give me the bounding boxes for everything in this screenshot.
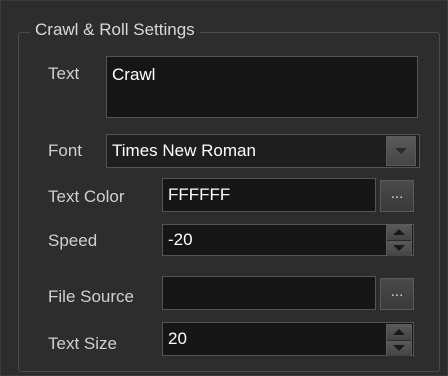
text-size-decrement-button[interactable] — [387, 340, 411, 356]
arrow-up-icon — [393, 329, 405, 335]
text-color-browse-button[interactable]: ... — [380, 180, 414, 212]
font-label: Font — [48, 141, 83, 160]
font-dropdown-button[interactable] — [386, 136, 416, 166]
text-size-label: Text Size — [48, 334, 117, 353]
speed-label: Speed — [48, 231, 98, 250]
arrow-down-icon — [393, 245, 405, 251]
text-label: Text — [48, 64, 80, 83]
arrow-down-icon — [393, 345, 405, 351]
speed-increment-button[interactable] — [387, 225, 411, 240]
font-select[interactable]: Times New Roman — [106, 134, 420, 168]
speed-spinner[interactable] — [386, 224, 412, 256]
text-input[interactable]: Crawl — [106, 56, 418, 118]
file-source-browse-button[interactable]: ... — [380, 278, 414, 310]
speed-decrement-button[interactable] — [387, 240, 411, 256]
speed-input[interactable]: -20 — [162, 224, 414, 256]
text-color-label: Text Color — [48, 187, 125, 206]
file-source-label: File Source — [48, 287, 134, 306]
text-size-spinner[interactable] — [386, 324, 412, 356]
text-size-increment-button[interactable] — [387, 325, 411, 340]
chevron-down-icon — [395, 148, 407, 154]
text-size-input[interactable]: 20 — [162, 322, 414, 356]
group-title: Crawl & Roll Settings — [30, 18, 200, 42]
file-source-input[interactable] — [162, 276, 376, 310]
text-color-input[interactable]: FFFFFF — [162, 178, 376, 212]
arrow-up-icon — [393, 229, 405, 235]
